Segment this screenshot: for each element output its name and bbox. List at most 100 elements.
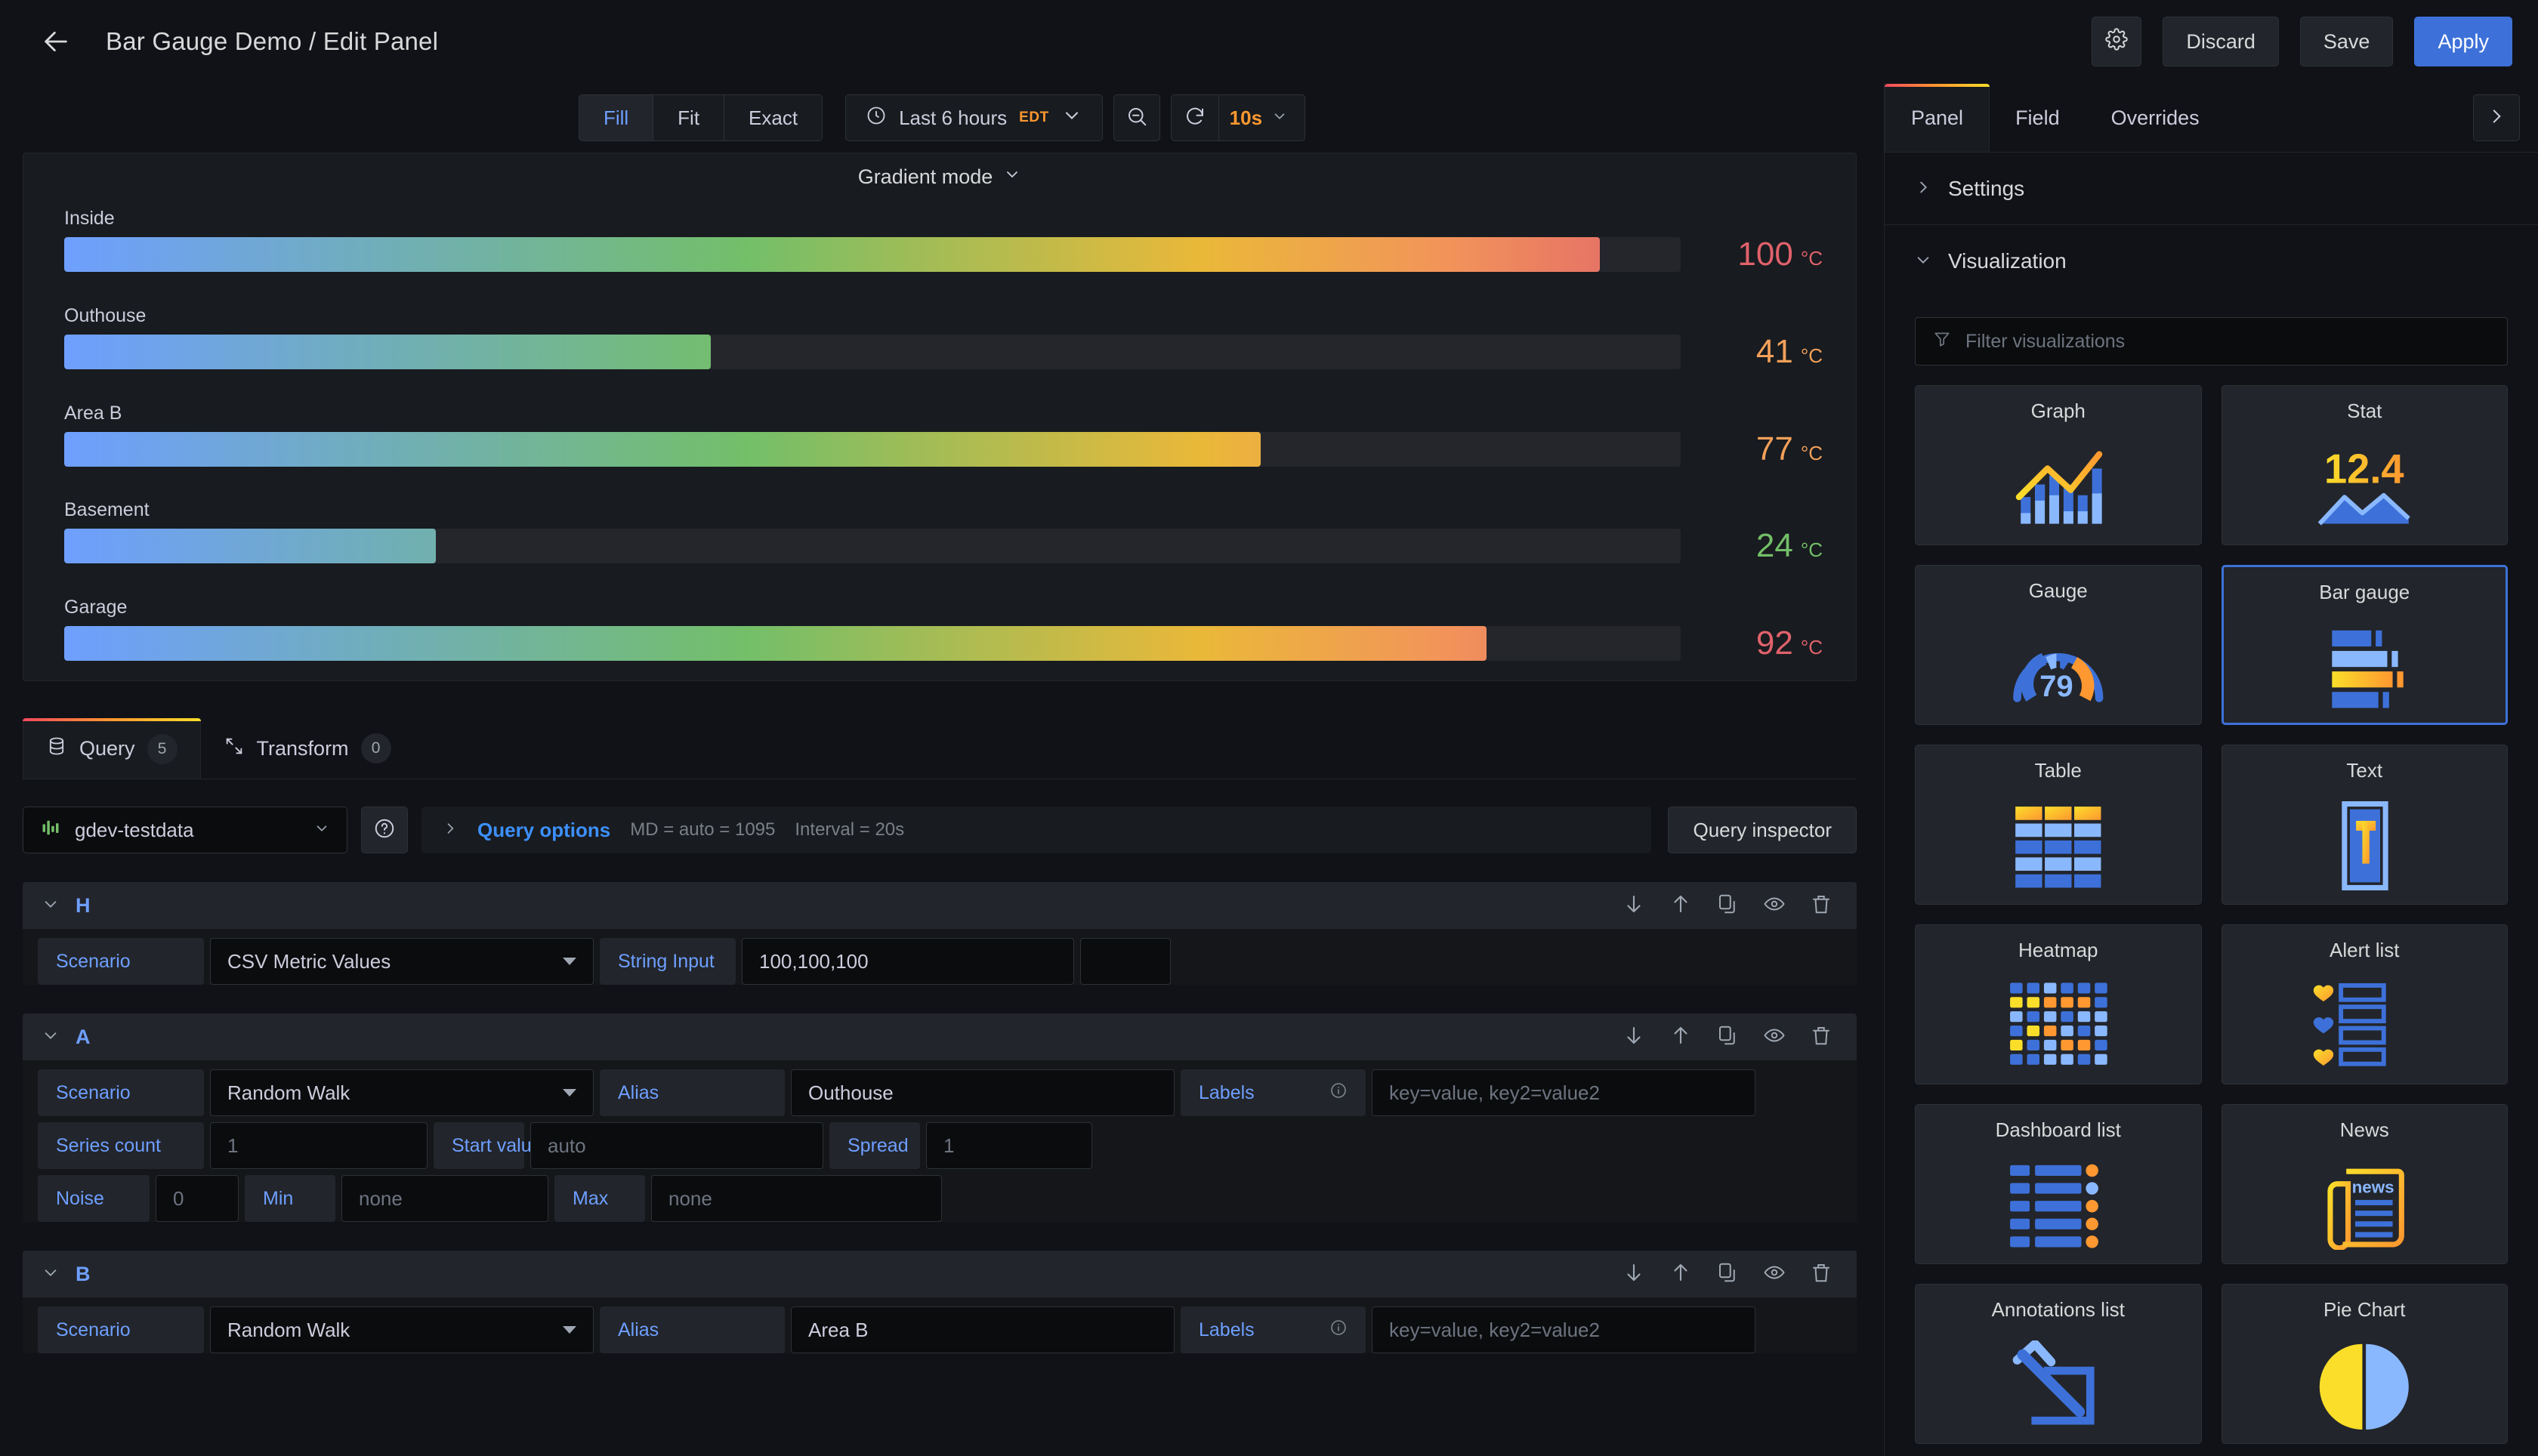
- bar-value-unit: °C: [1800, 636, 1823, 659]
- bar-line: 92 °C: [64, 626, 1824, 661]
- field-select[interactable]: CSV Metric Values: [210, 938, 594, 985]
- field-input[interactable]: auto: [530, 1122, 823, 1169]
- viz-card-annotations-list[interactable]: Annotations list: [1915, 1284, 2202, 1444]
- field-input[interactable]: none: [651, 1175, 942, 1222]
- copy-icon[interactable]: [1716, 1024, 1739, 1050]
- panel-title-label: Gradient mode: [857, 165, 993, 188]
- zoom-out-button[interactable]: [1113, 94, 1160, 141]
- info-circle-icon[interactable]: [1329, 1081, 1348, 1105]
- question-circle-icon: [373, 817, 396, 844]
- tab-transform-label: Transform: [256, 736, 349, 760]
- chevron-down-icon[interactable]: [42, 1027, 76, 1047]
- field-label: String Input: [600, 938, 736, 985]
- field-select-value: Random Walk: [227, 1318, 350, 1341]
- bar-fill: [64, 431, 1261, 467]
- viz-card-alert-list[interactable]: Alert list: [2221, 924, 2508, 1084]
- svg-text:12.4: 12.4: [2324, 446, 2404, 492]
- viz-card-stat[interactable]: Stat 12.4: [2221, 385, 2508, 545]
- arrow-up-icon[interactable]: [1669, 1261, 1692, 1288]
- datasource-help-button[interactable]: [361, 807, 408, 853]
- copy-icon[interactable]: [1716, 1261, 1739, 1288]
- field-input[interactable]: 1: [926, 1122, 1092, 1169]
- trash-icon[interactable]: [1810, 893, 1832, 919]
- viz-card-bar-gauge[interactable]: Bar gauge: [2221, 565, 2508, 725]
- tab-query[interactable]: Query 5: [23, 718, 201, 779]
- trash-icon[interactable]: [1810, 1024, 1832, 1050]
- info-circle-icon[interactable]: [1329, 1319, 1348, 1342]
- news-icon: news: [2311, 1146, 2418, 1263]
- eye-icon[interactable]: [1763, 893, 1786, 919]
- page-title: Bar Gauge Demo / Edit Panel: [106, 27, 439, 55]
- collapse-options-button[interactable]: [2473, 94, 2520, 141]
- chevron-down-icon[interactable]: [42, 896, 76, 916]
- refresh-button[interactable]: [1172, 105, 1218, 131]
- viz-card-table[interactable]: Table: [1915, 745, 2202, 905]
- svg-text:news: news: [2352, 1177, 2394, 1196]
- field-label: Start value: [434, 1122, 542, 1169]
- query-row-header[interactable]: A: [23, 1013, 1857, 1060]
- arrow-up-icon[interactable]: [1669, 893, 1692, 919]
- zoom-out-icon: [1125, 105, 1148, 131]
- eye-icon[interactable]: [1763, 1261, 1786, 1288]
- viz-card-dashboard-list[interactable]: Dashboard list: [1915, 1104, 2202, 1264]
- tab-panel[interactable]: Panel: [1885, 84, 1990, 152]
- panel-title[interactable]: Gradient mode: [23, 153, 1856, 200]
- field-select[interactable]: Random Walk: [210, 1069, 594, 1116]
- bar-value-number: 77: [1755, 430, 1793, 467]
- field-input[interactable]: Area B: [791, 1306, 1175, 1353]
- back-arrow-icon[interactable]: [36, 22, 76, 61]
- viz-card-news[interactable]: News news: [2221, 1104, 2508, 1264]
- field-input[interactable]: 0: [156, 1175, 239, 1222]
- field-input[interactable]: none: [341, 1175, 548, 1222]
- trash-icon[interactable]: [1810, 1261, 1832, 1288]
- size-mode-exact[interactable]: Exact: [724, 95, 823, 140]
- copy-icon[interactable]: [1716, 893, 1739, 919]
- datasource-picker[interactable]: gdev-testdata: [23, 807, 347, 853]
- bar-label: Inside: [64, 208, 115, 229]
- field-input[interactable]: Outhouse: [791, 1069, 1175, 1116]
- arrow-down-icon[interactable]: [1623, 893, 1645, 919]
- left-pane: Fill Fit Exact Last 6 hours EDT 10s Grad…: [0, 83, 1884, 1456]
- size-mode-fit[interactable]: Fit: [653, 95, 725, 140]
- chevron-down-icon: [1915, 249, 1931, 273]
- query-row-header[interactable]: H: [23, 882, 1857, 929]
- field-label: Series count: [38, 1122, 204, 1169]
- discard-button[interactable]: Discard: [2163, 17, 2279, 66]
- viz-card-gauge[interactable]: Gauge 79: [1915, 565, 2202, 725]
- refresh-picker: 10s: [1170, 94, 1306, 141]
- viz-card-pie-chart[interactable]: Pie Chart: [2221, 1284, 2508, 1444]
- tab-field[interactable]: Field: [1990, 84, 2086, 152]
- size-mode-fill[interactable]: Fill: [579, 95, 654, 140]
- filter-visualizations-placeholder: Filter visualizations: [1965, 330, 2126, 352]
- bar-value-unit: °C: [1800, 344, 1823, 367]
- field-input[interactable]: 1: [210, 1122, 428, 1169]
- tab-overrides[interactable]: Overrides: [2086, 84, 2225, 152]
- field-input[interactable]: 100,100,100: [742, 938, 1074, 985]
- filter-visualizations-field[interactable]: Filter visualizations: [1915, 317, 2508, 366]
- panel-settings-button[interactable]: [2092, 17, 2142, 66]
- viz-card-heatmap[interactable]: Heatmap: [1915, 924, 2202, 1084]
- arrow-down-icon[interactable]: [1623, 1024, 1645, 1050]
- chevron-down-icon[interactable]: [42, 1264, 76, 1285]
- field-input[interactable]: key=value, key2=value2: [1372, 1306, 1755, 1353]
- query-options-label[interactable]: Query options: [477, 819, 610, 842]
- save-button[interactable]: Save: [2299, 17, 2394, 66]
- eye-icon[interactable]: [1763, 1024, 1786, 1050]
- section-settings[interactable]: Settings: [1885, 153, 2538, 225]
- viz-card-text[interactable]: Text: [2221, 745, 2508, 905]
- field-select[interactable]: Random Walk: [210, 1306, 594, 1353]
- query-row-header[interactable]: B: [23, 1251, 1857, 1297]
- apply-button[interactable]: Apply: [2414, 17, 2512, 66]
- tab-transform[interactable]: Transform 0: [201, 718, 414, 779]
- viz-card-graph[interactable]: Graph: [1915, 385, 2202, 545]
- query-row-body: Scenario Random Walk Alias Outhouse Labels ke…: [23, 1060, 1857, 1222]
- query-options-bar[interactable]: Query options MD = auto = 1095 Interval …: [421, 807, 1652, 853]
- refresh-interval-select[interactable]: 10s: [1218, 95, 1305, 140]
- query-inspector-button[interactable]: Query inspector: [1668, 807, 1857, 853]
- field-input[interactable]: key=value, key2=value2: [1372, 1069, 1755, 1116]
- arrow-down-icon[interactable]: [1623, 1261, 1645, 1288]
- section-visualization[interactable]: Visualization: [1885, 225, 2538, 298]
- arrow-up-icon[interactable]: [1669, 1024, 1692, 1050]
- time-range-picker[interactable]: Last 6 hours EDT: [845, 94, 1103, 141]
- panel-editor: Bar Gauge Demo / Edit Panel Discard Save…: [0, 0, 2538, 1456]
